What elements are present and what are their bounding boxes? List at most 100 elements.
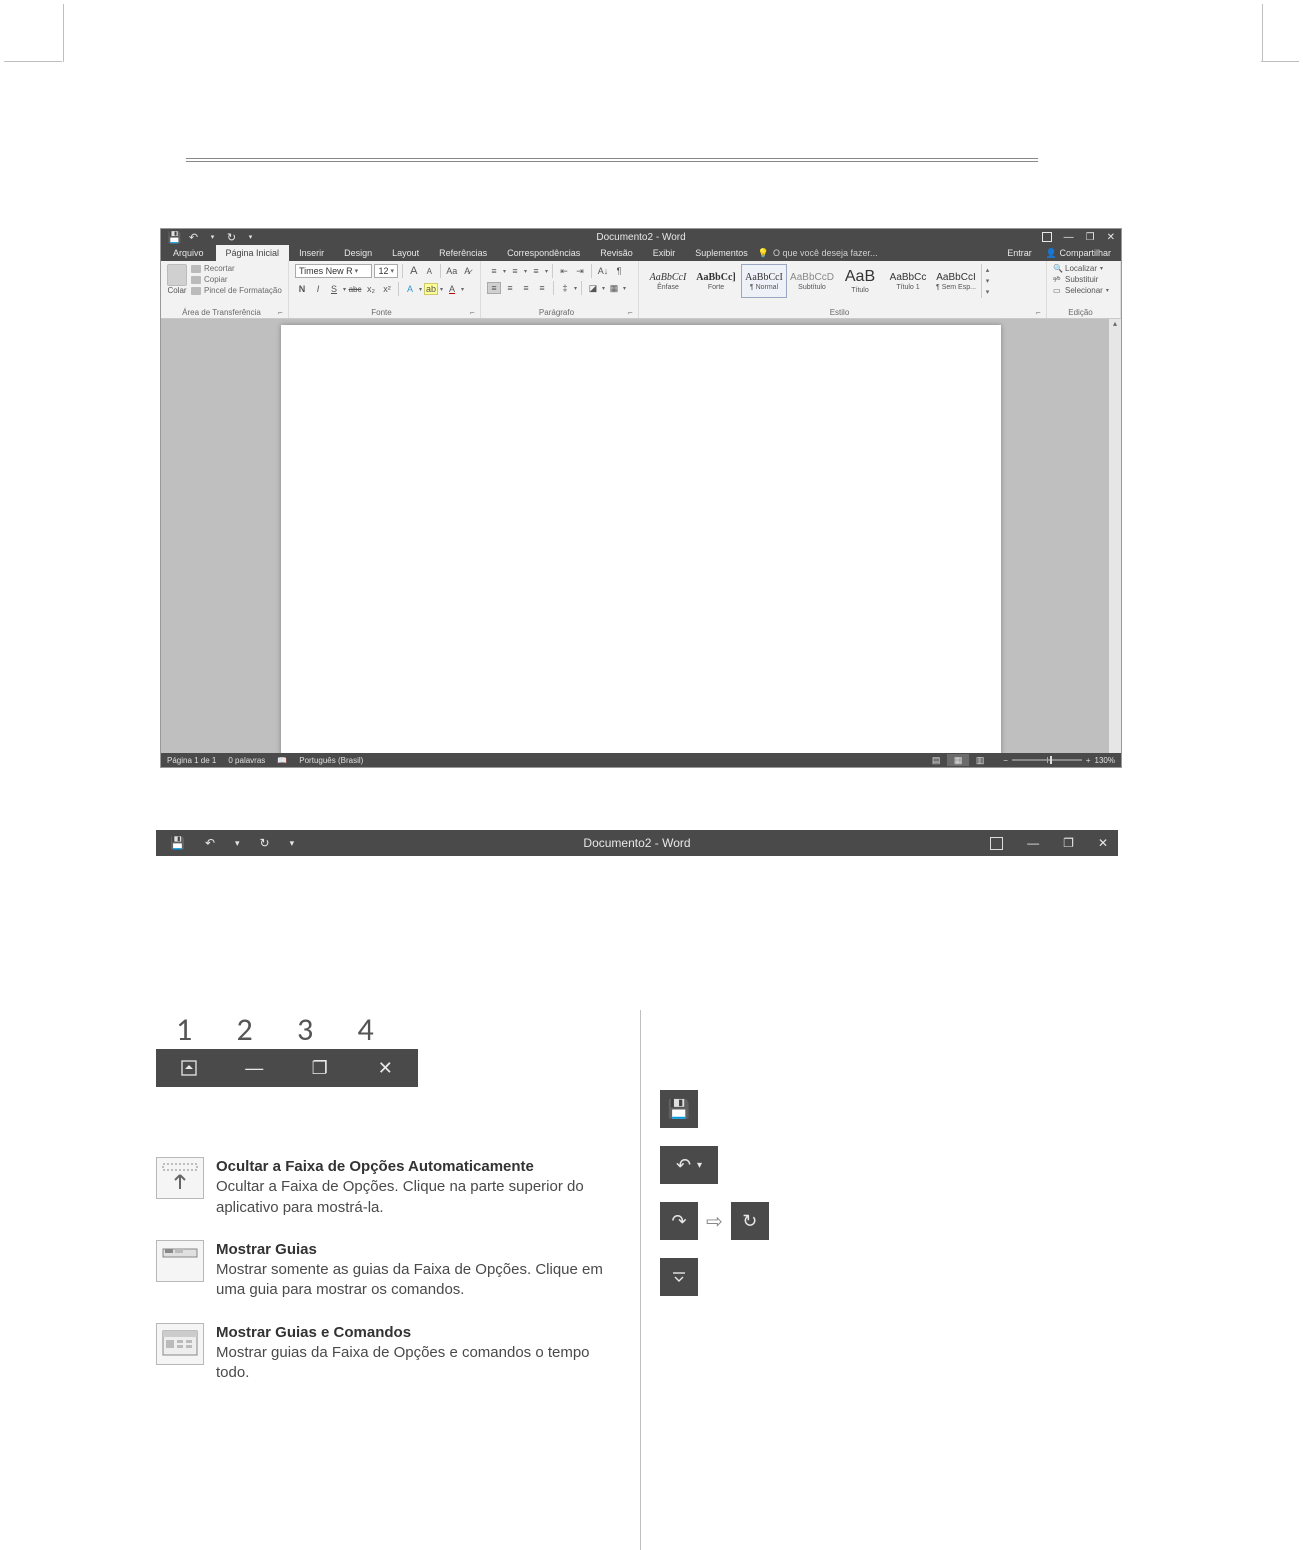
styles-scroll[interactable]: ▴ ▾ ▾ bbox=[981, 264, 993, 298]
align-right-button[interactable]: ≡ bbox=[519, 282, 533, 294]
paragraph-launcher-icon[interactable]: ⌐ bbox=[628, 308, 636, 316]
status-page[interactable]: Página 1 de 1 bbox=[167, 756, 216, 765]
tab-referencias[interactable]: Referências bbox=[429, 245, 497, 261]
font-color-button[interactable]: A bbox=[445, 282, 459, 296]
multilevel-button[interactable]: ≡ bbox=[529, 265, 543, 277]
undo-tile[interactable]: ↶ ▾ bbox=[660, 1146, 718, 1184]
customize-qat-tile[interactable] bbox=[660, 1258, 698, 1296]
format-painter-button[interactable]: Pincel de Formatação bbox=[191, 286, 282, 295]
bullets-button[interactable]: ≡ bbox=[487, 265, 501, 277]
ribbon-display-options-icon[interactable] bbox=[990, 837, 1003, 850]
align-left-button[interactable]: ≡ bbox=[487, 282, 501, 294]
bold-button[interactable]: N bbox=[295, 282, 309, 296]
tab-correspondencias[interactable]: Correspondências bbox=[497, 245, 590, 261]
option-show-tabs[interactable]: Mostrar Guias Mostrar somente as guias d… bbox=[156, 1240, 658, 1301]
web-layout-button[interactable]: ▥ bbox=[969, 754, 991, 766]
status-language[interactable]: Português (Brasil) bbox=[299, 756, 363, 765]
clipboard-launcher-icon[interactable]: ⌐ bbox=[278, 308, 286, 316]
borders-button[interactable]: ▦ bbox=[607, 282, 621, 294]
shading-button[interactable]: ◪ bbox=[586, 282, 600, 294]
save-tile[interactable]: 💾 bbox=[660, 1090, 698, 1128]
tab-suplementos[interactable]: Suplementos bbox=[685, 245, 758, 261]
qat-customize-icon[interactable]: ▾ bbox=[245, 232, 256, 243]
style-normal[interactable]: AaBbCcI¶ Normal bbox=[741, 264, 787, 298]
restore-icon[interactable]: ❐ bbox=[1063, 836, 1074, 850]
zoom-percent[interactable]: 130% bbox=[1095, 756, 1115, 765]
align-center-button[interactable]: ≡ bbox=[503, 282, 517, 294]
highlight-button[interactable]: ab bbox=[424, 283, 438, 295]
styles-gallery[interactable]: AaBbCcIÊnfase AaBbCc]Forte AaBbCcI¶ Norm… bbox=[645, 264, 1040, 298]
minimize-icon[interactable]: — bbox=[1027, 836, 1039, 850]
scroll-up-icon[interactable]: ▴ bbox=[1109, 319, 1121, 329]
style-subtitulo[interactable]: AaBbCcDSubtítulo bbox=[789, 264, 835, 298]
style-enfase[interactable]: AaBbCcIÊnfase bbox=[645, 264, 691, 298]
change-case-button[interactable]: Aa bbox=[445, 264, 459, 278]
italic-button[interactable]: I bbox=[311, 282, 325, 296]
replace-button[interactable]: ᵃ⁄ᵇSubstituir bbox=[1053, 275, 1114, 284]
tab-arquivo[interactable]: Arquivo bbox=[161, 245, 216, 261]
font-launcher-icon[interactable]: ⌐ bbox=[470, 308, 478, 316]
style-sem-esp[interactable]: AaBbCcI¶ Sem Esp... bbox=[933, 264, 979, 298]
show-marks-button[interactable]: ¶ bbox=[612, 265, 626, 277]
style-titulo[interactable]: AaBTítulo bbox=[837, 264, 883, 298]
tab-exibir[interactable]: Exibir bbox=[643, 245, 686, 261]
shrink-font-button[interactable]: A bbox=[423, 264, 437, 278]
style-forte[interactable]: AaBbCc]Forte bbox=[693, 264, 739, 298]
underline-button[interactable]: S bbox=[327, 282, 341, 296]
close-icon[interactable]: ✕ bbox=[1098, 836, 1108, 850]
styles-down-icon[interactable]: ▾ bbox=[982, 275, 993, 286]
sort-button[interactable]: A↓ bbox=[596, 265, 610, 277]
subscript-button[interactable]: x₂ bbox=[364, 282, 378, 296]
tab-design[interactable]: Design bbox=[334, 245, 382, 261]
minimize-button[interactable]: — bbox=[222, 1049, 288, 1087]
undo-icon[interactable]: ↶ bbox=[205, 836, 215, 850]
sign-in-link[interactable]: Entrar bbox=[1007, 248, 1032, 258]
grow-font-button[interactable]: A bbox=[407, 264, 421, 278]
save-icon[interactable]: 💾 bbox=[170, 836, 185, 850]
find-button[interactable]: 🔍Localizar▾ bbox=[1053, 264, 1114, 273]
redo-refresh-icon[interactable]: ↻ bbox=[260, 836, 270, 850]
styles-up-icon[interactable]: ▴ bbox=[982, 264, 993, 275]
decrease-indent-button[interactable]: ⇤ bbox=[557, 265, 571, 277]
ribbon-display-options-icon[interactable] bbox=[1042, 232, 1052, 242]
zoom-out-icon[interactable]: − bbox=[1003, 756, 1008, 765]
share-button[interactable]: 👤 Compartilhar bbox=[1046, 248, 1111, 259]
undo-menu-caret[interactable]: ▾ bbox=[235, 838, 240, 849]
paste-button[interactable]: Colar bbox=[167, 264, 187, 295]
zoom-slider[interactable] bbox=[1012, 759, 1082, 761]
tab-layout[interactable]: Layout bbox=[382, 245, 429, 261]
option-show-tabs-commands[interactable]: Mostrar Guias e Comandos Mostrar guias d… bbox=[156, 1323, 658, 1384]
print-layout-button[interactable]: ▦ bbox=[947, 754, 969, 766]
undo-menu-caret[interactable]: ▾ bbox=[207, 232, 218, 243]
close-icon[interactable]: ✕ bbox=[1107, 232, 1115, 243]
ribbon-display-options-button[interactable] bbox=[156, 1049, 222, 1087]
tab-revisao[interactable]: Revisão bbox=[590, 245, 643, 261]
restore-button[interactable]: ❐ bbox=[287, 1049, 353, 1087]
vertical-scrollbar[interactable]: ▴ bbox=[1109, 319, 1121, 753]
option-auto-hide[interactable]: Ocultar a Faixa de Opções Automaticament… bbox=[156, 1157, 658, 1218]
read-mode-button[interactable]: ▤ bbox=[925, 754, 947, 766]
minimize-icon[interactable]: — bbox=[1064, 232, 1074, 243]
styles-launcher-icon[interactable]: ⌐ bbox=[1036, 308, 1044, 316]
text-effects-button[interactable]: A bbox=[403, 282, 417, 296]
save-icon[interactable]: 💾 bbox=[169, 232, 180, 243]
zoom-in-icon[interactable]: + bbox=[1086, 756, 1091, 765]
clear-format-button[interactable]: A̷ bbox=[461, 264, 475, 278]
tab-pagina-inicial[interactable]: Página Inicial bbox=[216, 245, 290, 261]
close-button[interactable]: ✕ bbox=[353, 1049, 419, 1087]
status-word-count[interactable]: 0 palavras bbox=[228, 756, 265, 765]
numbering-button[interactable]: ≡ bbox=[508, 265, 522, 277]
qat-customize-icon[interactable]: ▾ bbox=[290, 838, 295, 849]
line-spacing-button[interactable]: ‡ bbox=[558, 282, 572, 294]
font-name-combo[interactable]: Times New R▾ bbox=[295, 264, 372, 278]
undo-icon[interactable]: ↶ bbox=[188, 232, 199, 243]
style-titulo1[interactable]: AaBbCcTítulo 1 bbox=[885, 264, 931, 298]
tell-me-search[interactable]: 💡 O que você deseja fazer... bbox=[758, 245, 878, 261]
increase-indent-button[interactable]: ⇥ bbox=[573, 265, 587, 277]
strike-button[interactable]: abc bbox=[348, 282, 362, 296]
zoom-control[interactable]: − + 130% bbox=[1003, 756, 1115, 765]
restore-icon[interactable]: ❐ bbox=[1086, 232, 1095, 243]
font-size-combo[interactable]: 12▾ bbox=[374, 264, 398, 278]
redo-tile[interactable]: ↷ bbox=[660, 1202, 698, 1240]
superscript-button[interactable]: x² bbox=[380, 282, 394, 296]
